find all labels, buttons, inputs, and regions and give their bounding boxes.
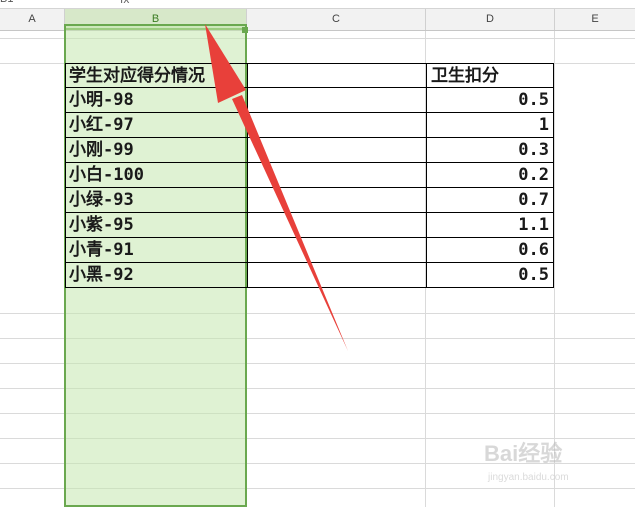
score-cell[interactable]: 1 bbox=[426, 113, 554, 138]
score-cell[interactable]: 0.3 bbox=[426, 138, 554, 163]
student-name-cell[interactable]: 小绿-93 bbox=[66, 188, 247, 213]
score-cell[interactable]: 0.5 bbox=[426, 88, 554, 113]
table-header-score[interactable]: 卫生扣分 bbox=[426, 63, 554, 88]
watermark: Bai经验 jingyan.baidu.com bbox=[484, 436, 634, 496]
name-box[interactable]: B1 bbox=[0, 0, 13, 5]
score-cell[interactable]: 0.2 bbox=[426, 163, 554, 188]
student-name-cell[interactable]: 小白-100 bbox=[66, 163, 247, 188]
student-name-cell[interactable]: 小刚-99 bbox=[66, 138, 247, 163]
student-name-cell[interactable]: 小青-91 bbox=[66, 238, 247, 263]
fill-handle[interactable] bbox=[242, 27, 248, 33]
watermark-url: jingyan.baidu.com bbox=[488, 472, 569, 483]
student-name-cell[interactable]: 小红-97 bbox=[66, 113, 247, 138]
table-header-blank[interactable] bbox=[247, 63, 426, 88]
empty-cell[interactable] bbox=[247, 238, 426, 263]
watermark-logo: Bai经验 bbox=[484, 441, 563, 466]
empty-cell[interactable] bbox=[247, 88, 426, 113]
student-name-cell[interactable]: 小明-98 bbox=[66, 88, 247, 113]
table-header-name[interactable]: 学生对应得分情况 bbox=[66, 63, 247, 88]
empty-cell[interactable] bbox=[247, 188, 426, 213]
fx-icon[interactable]: fx bbox=[120, 0, 129, 6]
column-header-d[interactable]: D bbox=[426, 9, 555, 30]
empty-cell[interactable] bbox=[247, 263, 426, 288]
formula-bar: B1 fx bbox=[0, 0, 635, 9]
empty-cell[interactable] bbox=[247, 138, 426, 163]
score-cell[interactable]: 1.1 bbox=[426, 213, 554, 238]
empty-cell[interactable] bbox=[247, 163, 426, 188]
score-cell[interactable]: 0.6 bbox=[426, 238, 554, 263]
column-header-a[interactable]: A bbox=[0, 9, 65, 30]
student-name-cell[interactable]: 小紫-95 bbox=[66, 213, 247, 238]
empty-cell[interactable] bbox=[247, 213, 426, 238]
empty-cell[interactable] bbox=[247, 113, 426, 138]
student-name-cell[interactable]: 小黑-92 bbox=[66, 263, 247, 288]
column-header-c[interactable]: C bbox=[247, 9, 426, 30]
column-header-e[interactable]: E bbox=[555, 9, 635, 30]
score-cell[interactable]: 0.7 bbox=[426, 188, 554, 213]
score-cell[interactable]: 0.5 bbox=[426, 263, 554, 288]
